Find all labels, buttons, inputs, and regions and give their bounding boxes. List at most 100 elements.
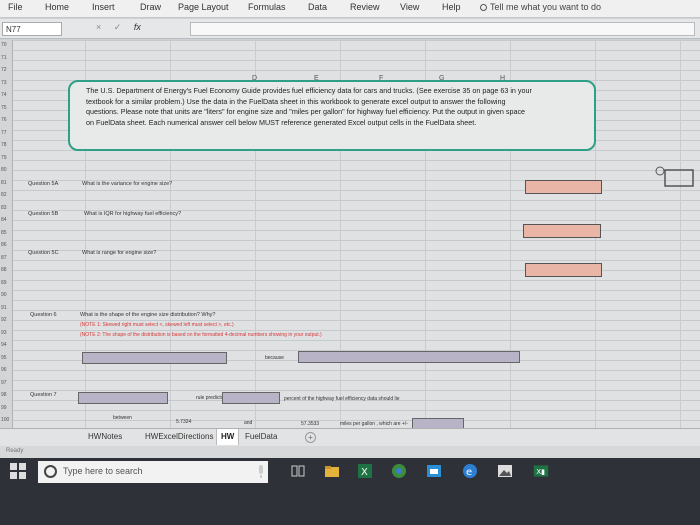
row-number[interactable]: 94 (1, 342, 7, 348)
file-explorer-icon[interactable] (324, 463, 340, 479)
excel-icon[interactable]: X (357, 463, 373, 479)
lightbulb-icon (480, 4, 487, 11)
windows-start-icon[interactable] (10, 463, 26, 479)
tell-me-text: Tell me what you want to do (490, 2, 602, 12)
row-number[interactable]: 80 (1, 167, 7, 173)
taskbar-search-input[interactable]: Type here to search (38, 461, 268, 483)
tab-page-layout[interactable]: Page Layout (178, 2, 229, 12)
add-sheet-icon[interactable]: + (305, 432, 316, 443)
enter-icon[interactable]: ✓ (114, 22, 122, 32)
taskbar-search-placeholder: Type here to search (63, 466, 143, 476)
row-number[interactable]: 87 (1, 255, 7, 261)
q5b-answer-cell[interactable] (523, 224, 601, 238)
tab-home[interactable]: Home (45, 2, 69, 12)
edge-icon[interactable]: e (462, 463, 478, 479)
row-number[interactable]: 71 (1, 55, 7, 61)
row-number[interactable]: 83 (1, 205, 7, 211)
row-number[interactable]: 78 (1, 142, 7, 148)
q6-note-1: (NOTE 1: Skewed right must select <, ske… (80, 322, 234, 328)
row-number[interactable]: 91 (1, 305, 7, 311)
q5b-text: What is IQR for highway fuel efficiency? (84, 211, 182, 217)
sheet-tab-fueldata[interactable]: FuelData (245, 432, 277, 441)
tab-help[interactable]: Help (442, 2, 461, 12)
cortana-icon (44, 465, 57, 478)
tell-me-search[interactable]: Tell me what you want to do (480, 2, 601, 12)
tab-file[interactable]: File (8, 2, 23, 12)
instruction-line-1: The U.S. Department of Energy's Fuel Eco… (86, 86, 532, 95)
row-number[interactable]: 72 (1, 67, 7, 73)
q7-between-label: between (113, 415, 132, 421)
row-number[interactable]: 75 (1, 105, 7, 111)
instruction-line-4: on FuelData sheet. Each numerical answer… (86, 117, 477, 127)
row-number[interactable]: 95 (1, 355, 7, 361)
q7-rule-cell[interactable] (78, 392, 168, 404)
row-number[interactable]: 90 (1, 292, 7, 298)
row-number[interactable]: 79 (1, 155, 7, 161)
q5b-label: Question 5B (28, 211, 59, 217)
row-number[interactable]: 99 (1, 405, 7, 411)
store-icon[interactable] (426, 463, 442, 479)
row-number[interactable]: 73 (1, 80, 7, 86)
microphone-icon[interactable] (253, 463, 269, 479)
svg-text:X: X (361, 467, 368, 478)
formula-bar: N77 × ✓ fx (0, 19, 700, 39)
formula-input[interactable] (190, 22, 695, 36)
checkbox-control[interactable] (655, 166, 697, 188)
formula-buttons: × ✓ fx (96, 22, 151, 33)
row-number[interactable]: 82 (1, 192, 7, 198)
row-number[interactable]: 98 (1, 392, 7, 398)
q7-mpg-text: miles per gallon , which are +/- (340, 421, 408, 427)
sheet-tab-hwexceldirections[interactable]: HWExcelDirections (145, 432, 213, 441)
name-box[interactable]: N77 (2, 22, 62, 36)
row-number[interactable]: 89 (1, 280, 7, 286)
photos-icon[interactable] (497, 463, 513, 479)
chrome-icon[interactable] (391, 463, 407, 479)
row-number[interactable]: 100 (1, 417, 9, 423)
q5c-text: What is range for engine size? (82, 250, 157, 256)
tab-view[interactable]: View (400, 2, 419, 12)
row-number[interactable]: 86 (1, 242, 7, 248)
sheet-tab-hwnotes[interactable]: HWNotes (88, 432, 122, 441)
q5a-answer-cell[interactable] (525, 180, 602, 194)
svg-text:X▮: X▮ (536, 467, 545, 476)
row-number[interactable]: 70 (1, 42, 7, 48)
row-number[interactable]: 84 (1, 217, 7, 223)
q7-label: Question 7 (30, 392, 57, 398)
sheet-tab-bar: HWNotes HWExcelDirections HW FuelData + (0, 428, 700, 446)
tab-draw[interactable]: Draw (140, 2, 161, 12)
task-view-icon[interactable] (290, 463, 306, 479)
cancel-icon[interactable]: × (96, 22, 101, 32)
row-headers: 70 71 72 73 74 75 76 77 78 79 80 81 82 83 84 85 86 87 88 89… (0, 40, 13, 428)
q7-percent-cell[interactable] (222, 392, 280, 404)
q5c-answer-cell[interactable] (525, 263, 602, 277)
row-number[interactable]: 92 (1, 317, 7, 323)
row-number[interactable]: 77 (1, 130, 7, 136)
status-bar: Ready (0, 446, 700, 458)
q6-reason-cell[interactable] (298, 351, 520, 363)
ribbon-tabs: File Home Insert Draw Page Layout Formul… (0, 0, 700, 18)
row-number[interactable]: 76 (1, 117, 7, 123)
q6-shape-cell[interactable] (82, 352, 227, 364)
row-number[interactable]: 96 (1, 367, 7, 373)
row-number[interactable]: 85 (1, 230, 7, 236)
row-number[interactable]: 88 (1, 267, 7, 273)
q6-label: Question 6 (30, 312, 57, 318)
tab-formulas[interactable]: Formulas (248, 2, 286, 12)
fx-icon[interactable]: fx (134, 22, 141, 32)
q6-note-2: (NOTE 2: The shape of the distribution i… (80, 332, 322, 338)
excel-running-icon[interactable]: X▮ (533, 463, 549, 479)
instruction-line-2: textbook for a similar problem.) Use the… (86, 96, 506, 106)
row-number[interactable]: 97 (1, 380, 7, 386)
tab-insert[interactable]: Insert (92, 2, 115, 12)
tab-review[interactable]: Review (350, 2, 380, 12)
tab-data[interactable]: Data (308, 2, 327, 12)
row-number[interactable]: 74 (1, 92, 7, 98)
instructions-textbox[interactable]: The U.S. Department of Energy's Fuel Eco… (68, 80, 596, 151)
q5a-text: What is the variance for engine size? (82, 181, 173, 187)
sheet-tab-hw[interactable]: HW (216, 429, 240, 445)
row-number[interactable]: 93 (1, 330, 7, 336)
q6-because-label: because (265, 355, 284, 361)
svg-text:e: e (466, 467, 472, 478)
row-number[interactable]: 81 (1, 180, 7, 186)
q6-text: What is the shape of the engine size dis… (80, 312, 216, 318)
